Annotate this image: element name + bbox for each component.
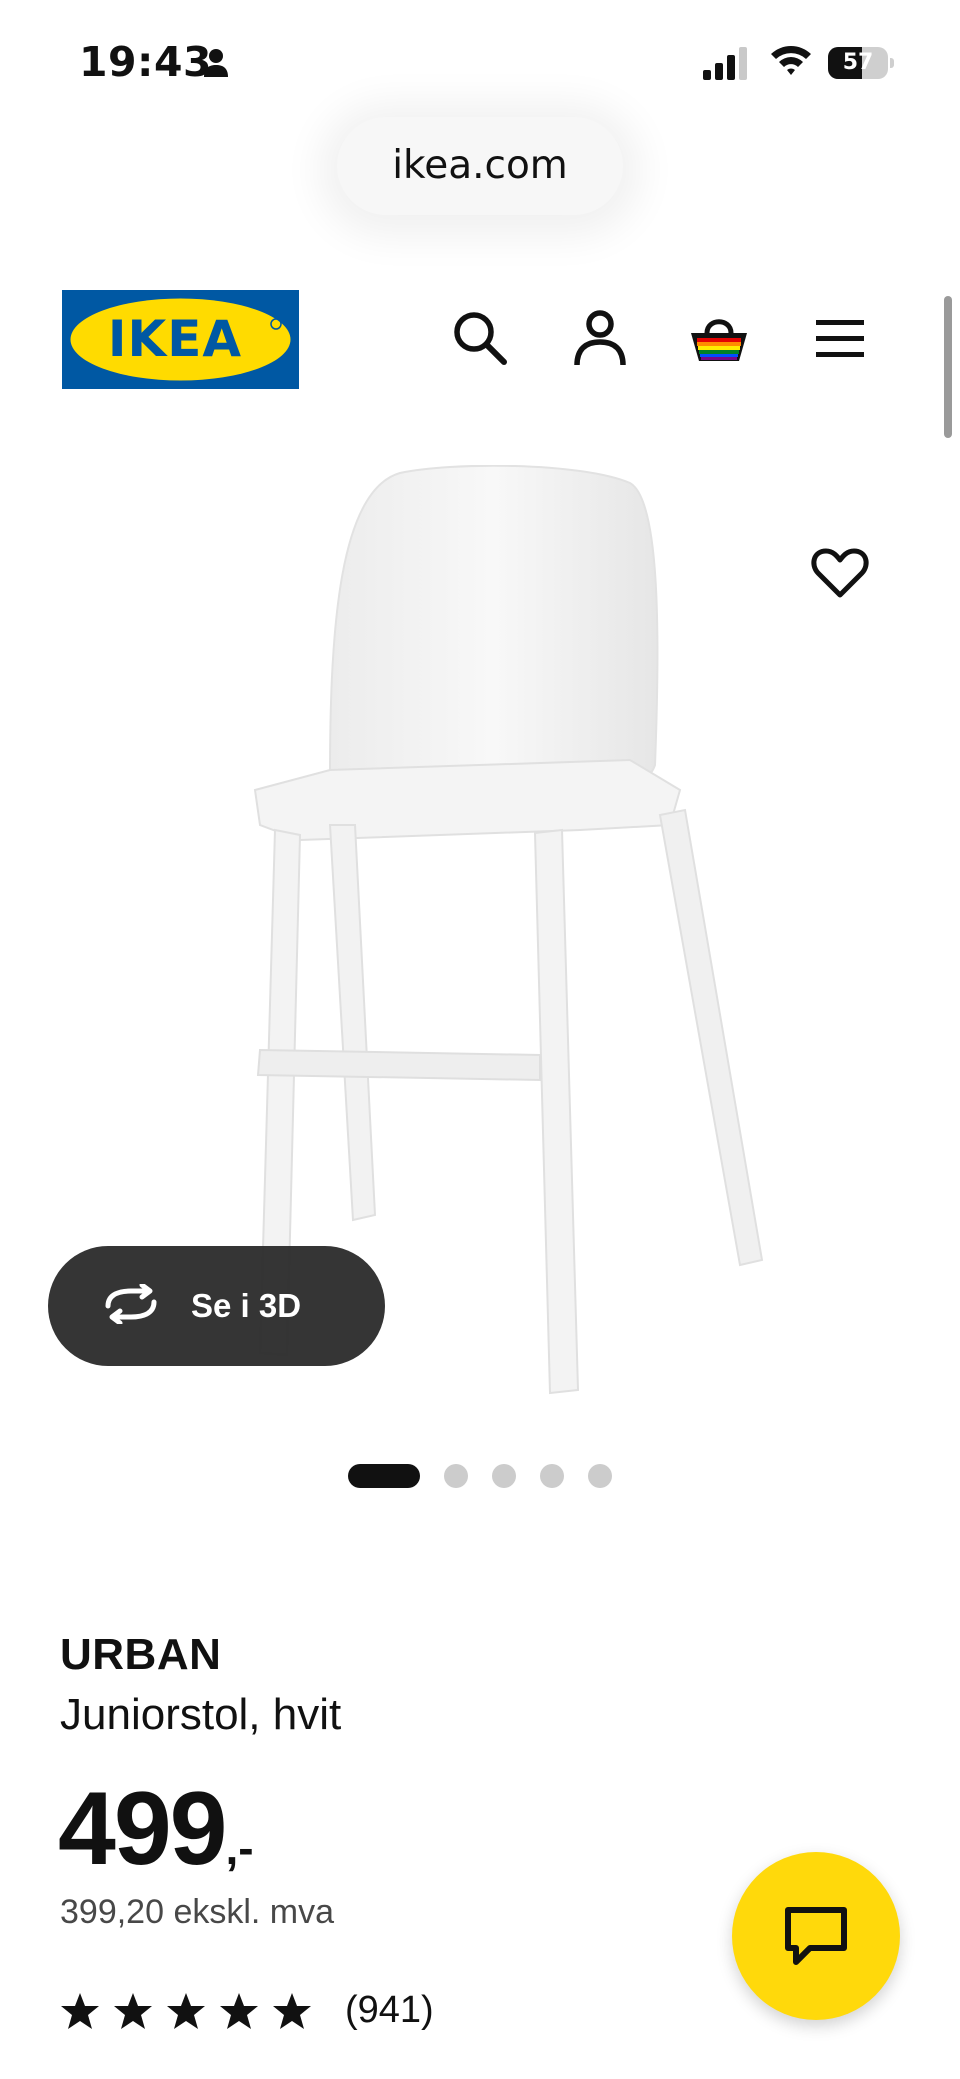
price-excluding-vat: 399,20 ekskl. mva — [60, 1893, 335, 1931]
star-icon — [60, 1991, 100, 2031]
star-icon — [166, 1991, 206, 2031]
wifi-icon — [769, 42, 813, 82]
rotate-3d-icon — [100, 1282, 162, 1328]
cart-icon[interactable] — [688, 309, 750, 367]
profile-icon[interactable] — [571, 309, 629, 367]
view-in-3d-button[interactable]: Se i 3D — [48, 1246, 385, 1366]
star-icon — [219, 1991, 259, 2031]
status-time: 19:43 — [79, 38, 213, 86]
browser-url-bar[interactable]: ikea.com — [337, 117, 623, 215]
price-suffix: ,- — [225, 1822, 254, 1874]
heart-icon[interactable] — [810, 543, 870, 603]
product-price: 499,- — [58, 1770, 254, 1889]
signal-icon — [701, 46, 751, 84]
product-name[interactable]: URBAN — [60, 1630, 221, 1680]
pagination-dot-4[interactable] — [540, 1464, 564, 1488]
scrollbar-thumb[interactable] — [944, 296, 952, 438]
pagination-dot-3[interactable] — [492, 1464, 516, 1488]
view-in-3d-label: Se i 3D — [191, 1287, 302, 1324]
battery-level: 57 — [842, 50, 874, 75]
chat-icon — [784, 1906, 848, 1972]
ikea-logo[interactable]: IKEA — [62, 290, 299, 389]
chat-button[interactable] — [732, 1852, 900, 2020]
product-description: Juniorstol, hvit — [60, 1690, 342, 1739]
product-rating[interactable]: (941) — [60, 1989, 480, 2041]
review-count[interactable]: (941) — [345, 1989, 434, 2032]
pagination-dot-5[interactable] — [588, 1464, 612, 1488]
ikea-logo-text: IKEA — [108, 310, 242, 368]
pagination-dot-2[interactable] — [444, 1464, 468, 1488]
pagination-dot-1[interactable] — [348, 1464, 420, 1488]
status-bar: 19:43 57 — [0, 0, 960, 130]
image-pagination[interactable] — [348, 1462, 648, 1488]
search-icon[interactable] — [451, 309, 509, 367]
star-icon — [113, 1991, 153, 2031]
star-icon — [272, 1991, 312, 2031]
person-icon — [203, 48, 229, 82]
menu-icon[interactable] — [814, 314, 866, 362]
price-amount: 499 — [58, 1771, 228, 1887]
battery-icon: 57 — [828, 47, 894, 79]
